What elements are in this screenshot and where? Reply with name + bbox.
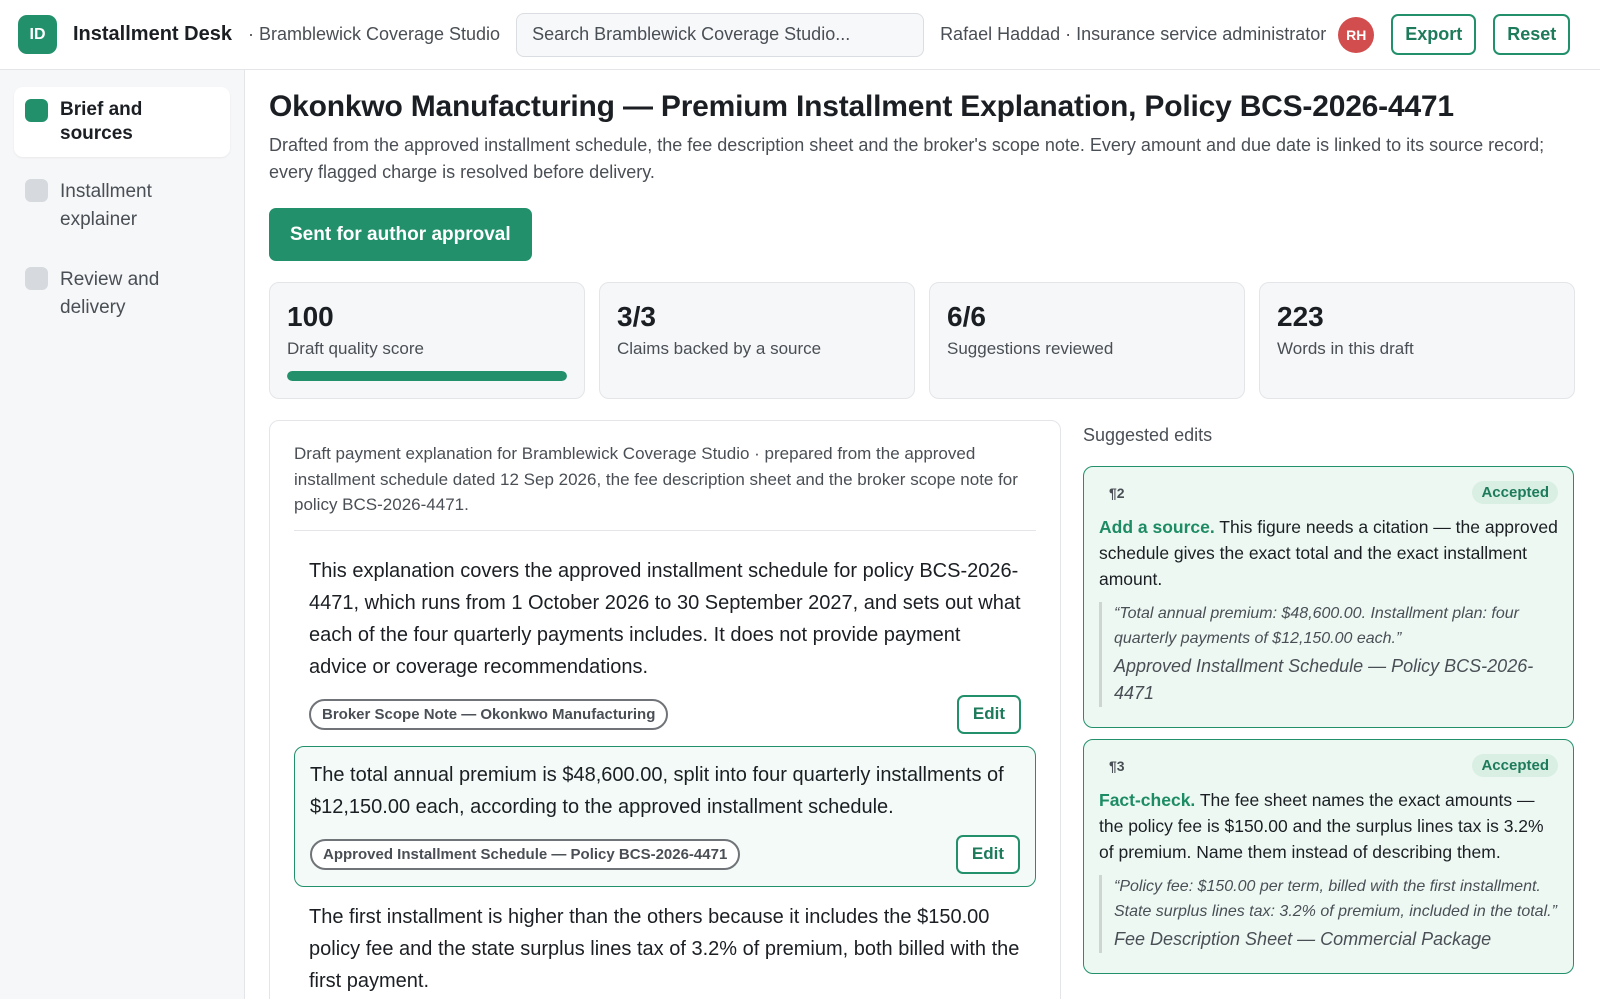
sidebar-item-label: Brief and sources bbox=[60, 99, 143, 144]
suggestion-body: Add a source. This figure needs a citati… bbox=[1099, 514, 1558, 592]
edit-button[interactable]: Edit bbox=[956, 694, 1021, 734]
main-content: Okonkwo Manufacturing — Premium Installm… bbox=[269, 70, 1579, 999]
draft-paragraph-3[interactable]: The first installment is higher than the… bbox=[294, 901, 1036, 997]
suggested-edits-title: Suggested edits bbox=[1083, 425, 1213, 445]
draft-panel: Draft payment explanation for Bramblewic… bbox=[269, 420, 1061, 999]
stat-card-words: 223 Words in this draft bbox=[1259, 282, 1575, 399]
quote-text: “Total annual premium: $48,600.00. Insta… bbox=[1114, 605, 1519, 647]
avatar[interactable]: RH bbox=[1338, 16, 1375, 53]
stats-row: 100 Draft quality score 3/3 Claims backe… bbox=[269, 282, 1579, 399]
page-title: Okonkwo Manufacturing — Premium Installm… bbox=[269, 90, 1454, 123]
status-badge: Accepted bbox=[1472, 754, 1558, 777]
suggestion-card-header: ¶3 Accepted bbox=[1099, 754, 1558, 777]
paragraph-ref: ¶2 bbox=[1109, 484, 1125, 501]
user-info: Rafael Haddad · Insurance service admini… bbox=[940, 24, 1327, 44]
stat-card-suggestions: 6/6 Suggestions reviewed bbox=[929, 282, 1245, 399]
status-button[interactable]: Sent for author approval bbox=[269, 208, 532, 261]
source-chip[interactable]: Approved Installment Schedule — Policy B… bbox=[310, 838, 741, 870]
stat-label: Claims backed by a source bbox=[617, 339, 822, 358]
export-button[interactable]: Export bbox=[1391, 14, 1477, 55]
search-box[interactable] bbox=[516, 12, 925, 57]
step-status-icon bbox=[25, 179, 48, 202]
step-status-icon bbox=[25, 267, 48, 290]
source-chip[interactable]: Broker Scope Note — Okonkwo Manufacturin… bbox=[309, 698, 669, 730]
sidebar-item-label: Review and delivery bbox=[60, 269, 160, 318]
stat-label: Suggestions reviewed bbox=[947, 339, 1114, 358]
paragraph-text: The first installment is higher than the… bbox=[309, 905, 1020, 992]
step-status-icon bbox=[25, 99, 48, 122]
stat-label: Draft quality score bbox=[287, 339, 424, 358]
search-input[interactable] bbox=[532, 24, 909, 45]
suggestion-card[interactable]: ¶3 Accepted Fact-check. The fee sheet na… bbox=[1083, 739, 1574, 974]
draft-paragraph-1[interactable]: This explanation covers the approved ins… bbox=[294, 555, 1036, 734]
suggestion-card-header: ¶2 Accepted bbox=[1099, 481, 1558, 504]
sidebar-item-label: Installment explainer bbox=[60, 181, 152, 230]
reset-button[interactable]: Reset bbox=[1493, 14, 1571, 55]
quality-progress-bar bbox=[287, 371, 567, 381]
stat-value: 6/6 bbox=[947, 301, 986, 332]
draft-paragraph-2[interactable]: The total annual premium is $48,600.00, … bbox=[294, 745, 1036, 887]
suggestion-body: Fact-check. The fee sheet names the exac… bbox=[1099, 787, 1558, 865]
stat-card-quality: 100 Draft quality score bbox=[269, 282, 585, 399]
source-quote: “Total annual premium: $48,600.00. Insta… bbox=[1099, 602, 1558, 707]
stat-value: 3/3 bbox=[617, 301, 656, 332]
workspace: Draft payment explanation for Bramblewic… bbox=[269, 420, 1579, 999]
status-badge: Accepted bbox=[1472, 481, 1558, 504]
paragraph-text: This explanation covers the approved ins… bbox=[309, 559, 1021, 678]
app-title: Installment Desk bbox=[73, 23, 232, 45]
organization-name: · Bramblewick Coverage Studio bbox=[247, 24, 501, 44]
edit-button[interactable]: Edit bbox=[955, 834, 1020, 874]
top-bar: ID Installment Desk · Bramblewick Covera… bbox=[0, 0, 1600, 70]
stat-value: 223 bbox=[1277, 301, 1324, 332]
sidebar: Brief and sources Installment explainer … bbox=[0, 70, 245, 999]
suggested-edits-panel: Suggested edits ¶2 Accepted Add a source… bbox=[1083, 420, 1574, 999]
suggestion-kind: Add a source. bbox=[1099, 517, 1215, 537]
page-subtitle: Drafted from the approved installment sc… bbox=[269, 135, 1545, 182]
stat-card-claims: 3/3 Claims backed by a source bbox=[599, 282, 915, 399]
stat-label: Words in this draft bbox=[1277, 339, 1414, 358]
paragraph-text: The total annual premium is $48,600.00, … bbox=[310, 763, 1004, 818]
sidebar-item-review-and-delivery[interactable]: Review and delivery bbox=[14, 255, 230, 333]
quote-source: Fee Description Sheet — Commercial Packa… bbox=[1114, 929, 1492, 949]
stat-value: 100 bbox=[287, 301, 334, 332]
sidebar-item-installment-explainer[interactable]: Installment explainer bbox=[14, 167, 230, 245]
sidebar-item-brief-and-sources[interactable]: Brief and sources bbox=[14, 87, 230, 157]
draft-header: Draft payment explanation for Bramblewic… bbox=[294, 441, 1036, 531]
quality-progress-fill bbox=[287, 371, 567, 381]
quote-source: Approved Installment Schedule — Policy B… bbox=[1114, 656, 1534, 703]
paragraph-footer: Approved Installment Schedule — Policy B… bbox=[310, 834, 1020, 874]
suggestion-kind: Fact-check. bbox=[1099, 790, 1196, 810]
paragraph-footer: Broker Scope Note — Okonkwo Manufacturin… bbox=[309, 694, 1021, 734]
suggestion-card[interactable]: ¶2 Accepted Add a source. This figure ne… bbox=[1083, 466, 1574, 728]
source-quote: “Policy fee: $150.00 per term, billed wi… bbox=[1099, 875, 1558, 953]
paragraph-ref: ¶3 bbox=[1109, 757, 1125, 774]
app-logo: ID bbox=[18, 15, 57, 54]
quote-text: “Policy fee: $150.00 per term, billed wi… bbox=[1114, 878, 1557, 920]
